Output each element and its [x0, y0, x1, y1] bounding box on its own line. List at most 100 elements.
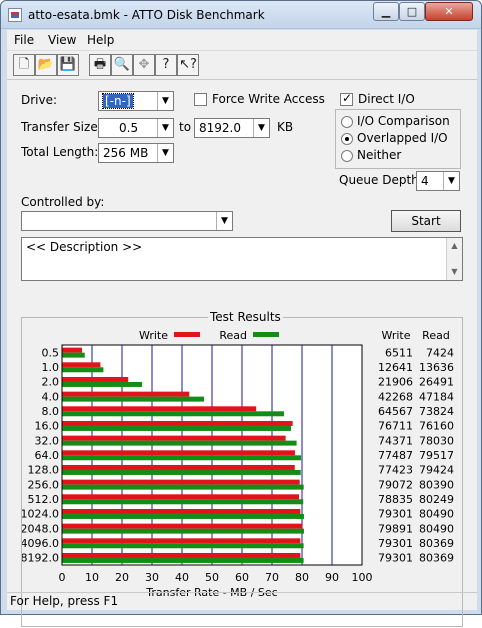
read-column-header: Read [422, 329, 450, 342]
maximize-button[interactable]: □ [399, 2, 425, 21]
neither-label: Neither [357, 148, 402, 162]
scroll-down-icon[interactable]: ▼ [447, 264, 462, 280]
read-bar [62, 367, 104, 373]
read-value-label: 80490 [419, 522, 454, 535]
y-tick-label: 0.5 [42, 346, 60, 359]
y-tick-label: 512.0 [28, 493, 60, 506]
y-tick-label: 1024.0 [22, 508, 59, 521]
transfer-size-from-select[interactable]: 0.5 ▼ [98, 118, 174, 138]
write-bar [62, 435, 286, 441]
menu-bar: File View Help [7, 30, 477, 51]
write-value-label: 42268 [378, 390, 413, 403]
results-chart: Write Read Write Read 0.5 6511 7424 1.0 12641 136… [22, 329, 454, 599]
read-bar [62, 557, 304, 563]
description-scrollbar[interactable]: ▲ ▼ [446, 238, 462, 280]
write-value-label: 21906 [378, 376, 413, 389]
read-bar [62, 528, 304, 534]
read-bar [62, 513, 304, 519]
x-tick-label: 30 [145, 571, 159, 584]
menu-file[interactable]: File [14, 33, 34, 47]
legend-write-label: Write [139, 329, 168, 342]
window-title: atto-esata.bmk - ATTO Disk Benchmark [28, 8, 265, 22]
total-length-select[interactable]: 256 MB ▼ [98, 143, 174, 163]
read-bar [62, 352, 85, 358]
transfer-from-value: 0.5 [119, 121, 139, 135]
client-area: File View Help 🗋 📂 💾 🖶 🔍 ✥ ? ↖? Drive: [… [7, 30, 477, 627]
y-tick-label: 256.0 [28, 478, 60, 491]
y-tick-label: 16.0 [35, 420, 60, 433]
scroll-up-icon[interactable]: ▲ [447, 238, 462, 254]
close-button[interactable]: ✕ [425, 2, 473, 21]
status-text: For Help, press F1 [10, 594, 119, 608]
y-tick-label: 128.0 [28, 464, 60, 477]
context-help-icon[interactable]: ↖? [177, 54, 199, 76]
start-button[interactable]: Start [391, 210, 461, 232]
menu-help[interactable]: Help [87, 33, 114, 47]
transfer-to-value: 8192.0 [199, 121, 241, 135]
controlled-by-select[interactable]: ▼ [21, 211, 233, 231]
y-tick-label: 2.0 [42, 376, 60, 389]
write-bar [62, 523, 303, 529]
read-value-label: 80369 [419, 552, 454, 565]
transfer-unit-label: KB [277, 120, 294, 134]
direct-io-checkbox[interactable] [340, 91, 353, 106]
move-icon[interactable]: ✥ [133, 54, 155, 76]
direct-io-label: Direct I/O [358, 92, 415, 106]
transfer-size-to-select[interactable]: 8192.0 ▼ [194, 118, 270, 138]
io-comparison-radio[interactable] [341, 116, 353, 128]
write-bar [62, 376, 129, 382]
x-tick-label: 20 [115, 571, 129, 584]
description-text: << Description >> [26, 240, 143, 254]
menu-view[interactable]: View [48, 33, 76, 47]
drive-select[interactable]: [-n-] ▼ [98, 91, 174, 111]
read-bar [62, 469, 301, 475]
overlapped-io-label: Overlapped I/O [357, 131, 448, 145]
x-tick-label: 90 [325, 571, 339, 584]
new-icon[interactable]: 🗋 [13, 54, 35, 76]
read-value-label: 26491 [419, 376, 454, 389]
write-bar [62, 494, 300, 500]
write-bar [62, 362, 101, 368]
y-tick-label: 8192.0 [22, 552, 59, 565]
app-icon [8, 8, 22, 22]
write-bar [62, 464, 295, 470]
save-icon[interactable]: 💾 [57, 54, 79, 76]
title-bar[interactable]: atto-esata.bmk - ATTO Disk Benchmark ▁ □… [1, 1, 481, 29]
neither-radio[interactable] [341, 150, 353, 162]
open-icon[interactable]: 📂 [35, 54, 57, 76]
help-icon[interactable]: ? [155, 54, 177, 76]
read-value-label: 80249 [419, 493, 454, 506]
minimize-button[interactable]: ▁ [373, 2, 399, 21]
write-value-label: 79301 [378, 552, 413, 565]
chevron-down-icon: ▼ [157, 92, 173, 110]
description-field[interactable]: << Description >> ▲ ▼ [21, 237, 463, 281]
write-value-label: 79072 [378, 478, 413, 491]
queue-depth-value: 4 [421, 174, 429, 188]
write-value-label: 6511 [385, 346, 413, 359]
write-value-label: 76711 [378, 420, 413, 433]
write-bar [62, 420, 293, 426]
x-tick-label: 70 [265, 571, 279, 584]
read-value-label: 80490 [419, 508, 454, 521]
write-value-label: 79891 [378, 522, 413, 535]
print-icon[interactable]: 🖶 [89, 54, 111, 76]
write-bar [62, 538, 301, 544]
read-value-label: 78030 [419, 434, 454, 447]
legend-write-swatch [174, 332, 200, 337]
queue-depth-label: Queue Depth: [339, 173, 423, 187]
x-tick-label: 40 [175, 571, 189, 584]
transfer-size-label: Transfer Size: [21, 120, 102, 134]
x-tick-label: 0 [59, 571, 66, 584]
force-write-checkbox[interactable] [194, 93, 207, 106]
controlled-by-label: Controlled by: [21, 195, 105, 209]
read-value-label: 79424 [419, 464, 454, 477]
app-window: atto-esata.bmk - ATTO Disk Benchmark ▁ □… [0, 0, 482, 627]
y-tick-label: 32.0 [35, 434, 60, 447]
write-bar [62, 406, 257, 412]
y-tick-label: 1.0 [42, 361, 60, 374]
x-tick-label: 50 [205, 571, 219, 584]
overlapped-io-radio[interactable] [341, 133, 353, 145]
print-preview-icon[interactable]: 🔍 [111, 54, 133, 76]
read-value-label: 76160 [419, 420, 454, 433]
queue-depth-select[interactable]: 4 ▼ [416, 171, 460, 191]
